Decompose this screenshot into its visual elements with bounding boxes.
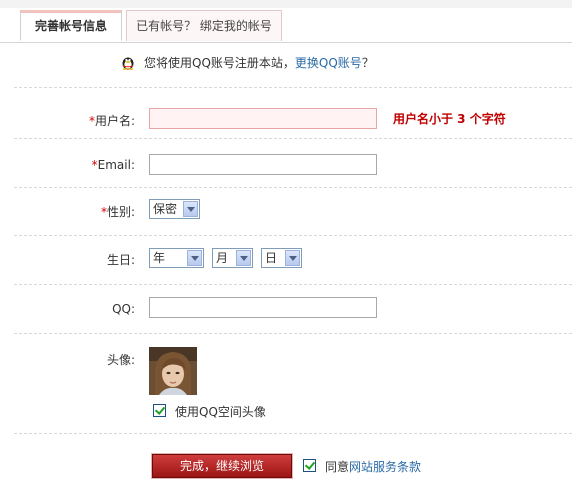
qq-penguin-icon bbox=[120, 54, 136, 70]
agree-terms-checkbox[interactable] bbox=[303, 459, 316, 472]
gender-label-text: 性别: bbox=[106, 205, 135, 219]
divider bbox=[14, 87, 572, 88]
chevron-down-icon bbox=[285, 250, 300, 266]
notice-suffix: ？ bbox=[361, 56, 374, 70]
username-input[interactable] bbox=[149, 108, 377, 129]
chevron-down-icon bbox=[187, 250, 202, 266]
qq-input[interactable] bbox=[149, 297, 377, 318]
username-error-message: 用户名小于 3 个字符 bbox=[393, 112, 506, 126]
gender-label: *性别: bbox=[101, 203, 135, 220]
gender-selected-value: 保密 bbox=[153, 202, 178, 216]
use-qzone-avatar-label: 使用QQ空间头像 bbox=[175, 405, 266, 419]
use-qzone-avatar-checkbox[interactable] bbox=[153, 404, 166, 417]
email-label-text: Email: bbox=[97, 158, 135, 172]
email-field[interactable] bbox=[149, 154, 377, 175]
username-label: *用户名: bbox=[89, 112, 135, 129]
top-strip bbox=[0, 0, 572, 8]
email-label: *Email: bbox=[92, 158, 135, 172]
birth-month-value: 月 bbox=[216, 251, 229, 265]
divider bbox=[14, 284, 572, 285]
change-qq-account-link[interactable]: 更换QQ账号 bbox=[295, 56, 362, 70]
chevron-down-icon bbox=[183, 201, 198, 217]
divider bbox=[14, 138, 572, 139]
tab-bind-existing-account[interactable]: 已有帐号？ 绑定我的帐号 bbox=[126, 10, 282, 41]
divider bbox=[14, 333, 572, 334]
birth-day-value: 日 bbox=[265, 251, 278, 265]
username-label-text: 用户名: bbox=[94, 114, 135, 128]
divider bbox=[14, 235, 572, 236]
agree-terms-text: 同意网站服务条款 bbox=[325, 458, 421, 475]
qq-label: QQ: bbox=[112, 302, 135, 316]
chevron-down-icon bbox=[236, 250, 251, 266]
birthday-label: 生日: bbox=[106, 253, 135, 267]
agree-prefix: 同意 bbox=[325, 460, 350, 474]
submit-button[interactable]: 完成，继续浏览 bbox=[152, 454, 292, 478]
qq-register-notice: 您将使用QQ账号注册本站，更换QQ账号？ bbox=[120, 54, 374, 72]
birth-year-select[interactable]: 年 bbox=[149, 248, 204, 268]
avatar bbox=[149, 347, 197, 395]
tab-complete-account-info[interactable]: 完善帐号信息 bbox=[20, 10, 122, 41]
gender-select[interactable]: 保密 bbox=[149, 199, 200, 219]
birth-month-select[interactable]: 月 bbox=[212, 248, 253, 268]
notice-text: 您将使用QQ账号注册本站， bbox=[144, 56, 295, 70]
avatar-label: 头像: bbox=[106, 353, 135, 367]
birth-year-value: 年 bbox=[153, 251, 166, 265]
divider bbox=[14, 433, 572, 434]
birth-day-select[interactable]: 日 bbox=[261, 248, 302, 268]
service-terms-link[interactable]: 网站服务条款 bbox=[349, 460, 421, 474]
divider bbox=[14, 187, 572, 188]
tab-bar: 完善帐号信息 已有帐号？ 绑定我的帐号 bbox=[0, 8, 572, 43]
